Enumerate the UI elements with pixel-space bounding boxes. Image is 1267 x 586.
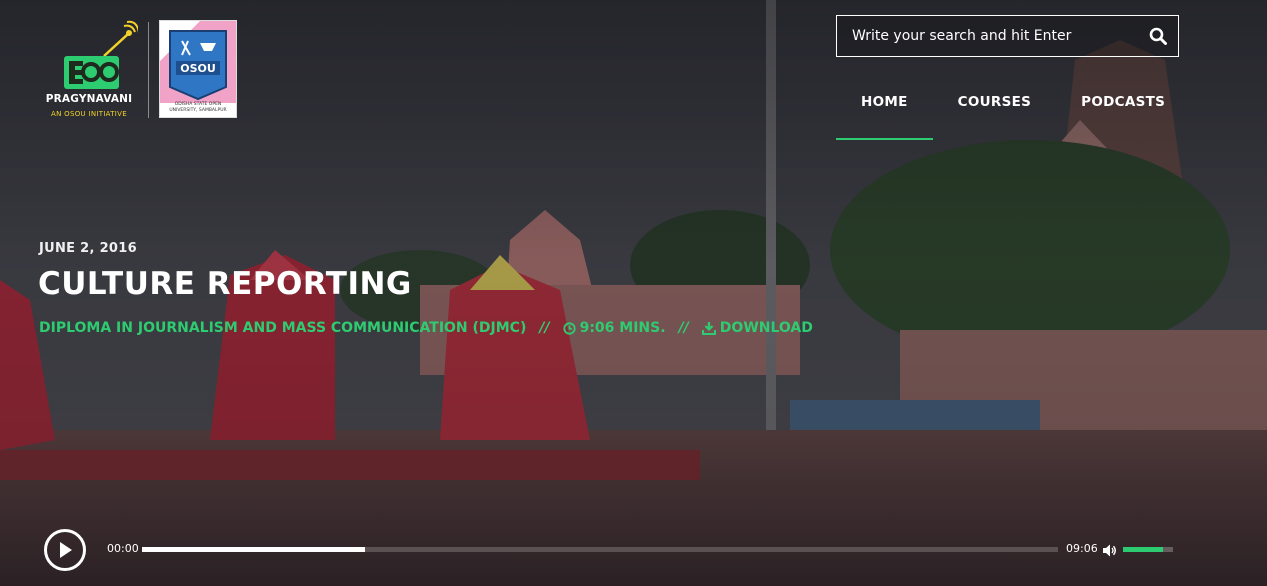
search-input[interactable] [837, 16, 1138, 56]
search-icon [1149, 27, 1167, 45]
pragynavani-logo[interactable]: PRAGYNAVANI AN OSOU INITIATIVE [40, 20, 140, 118]
course-link[interactable]: DIPLOMA IN JOURNALISM AND MASS COMMUNICA… [39, 320, 526, 336]
logo-divider [148, 22, 149, 118]
brand-name: PRAGYNAVANI [45, 93, 133, 105]
progress-track[interactable] [142, 547, 1058, 552]
hero-banner: PRAGYNAVANI AN OSOU INITIATIVE OSOU ODIS… [0, 0, 1267, 586]
osou-caption: ODISHA STATE OPEN UNIVERSITY, SAMBALPUR [169, 102, 227, 114]
episode-date: JUNE 2, 2016 [39, 241, 137, 256]
download-label: DOWNLOAD [719, 320, 813, 336]
volume-slider[interactable] [1123, 547, 1173, 552]
search-button[interactable] [1138, 16, 1178, 56]
osou-logo[interactable]: OSOU ODISHA STATE OPEN UNIVERSITY, SAMBA… [159, 20, 237, 118]
svg-text:OSOU: OSOU [180, 62, 216, 75]
meta-separator: // [678, 320, 689, 336]
meta-separator: // [539, 320, 550, 336]
search-box [836, 15, 1179, 57]
volume-fill [1123, 547, 1163, 552]
download-link[interactable]: DOWNLOAD [701, 320, 813, 336]
radio-icon [40, 20, 140, 92]
volume-icon [1103, 544, 1116, 557]
nav-item-podcasts[interactable]: PODCASTS [1056, 92, 1190, 140]
play-icon [60, 542, 72, 558]
total-time: 09:06 [1066, 542, 1098, 555]
progress-fill [142, 547, 365, 552]
episode-title: CULTURE REPORTING [38, 266, 412, 302]
volume-button[interactable] [1103, 542, 1117, 561]
main-nav: HOME COURSES PODCASTS [836, 92, 1190, 140]
osou-emblem-icon: OSOU [160, 21, 236, 103]
nav-item-home[interactable]: HOME [836, 92, 933, 140]
brand-tagline: AN OSOU INITIATIVE [51, 110, 127, 118]
current-time: 00:00 [107, 542, 139, 555]
audio-player: 00:00 09:06 [0, 520, 1267, 580]
episode-duration: 9:06 MINS. [579, 320, 666, 336]
episode-meta: DIPLOMA IN JOURNALISM AND MASS COMMUNICA… [39, 320, 813, 336]
play-button[interactable] [44, 529, 86, 571]
nav-item-courses[interactable]: COURSES [933, 92, 1057, 140]
clock-icon [562, 321, 576, 335]
logo-block: PRAGYNAVANI AN OSOU INITIATIVE OSOU ODIS… [40, 20, 237, 118]
download-icon [701, 321, 716, 335]
